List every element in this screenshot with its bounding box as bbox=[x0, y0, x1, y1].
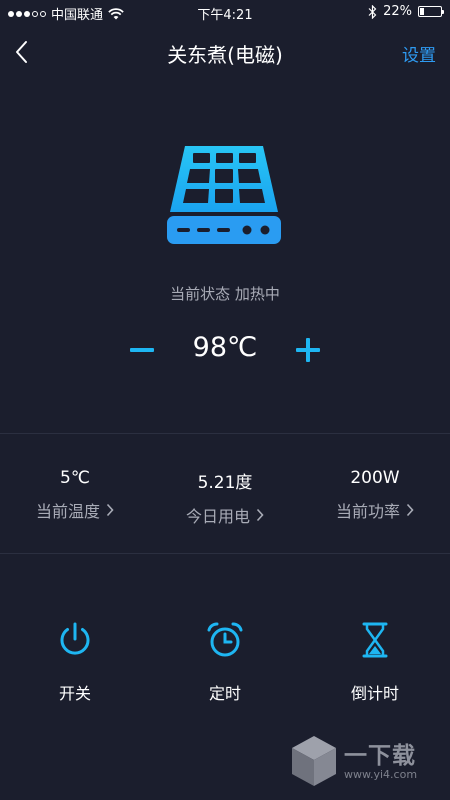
stat-label-text: 今日用电 bbox=[185, 507, 250, 526]
stats-row: 5℃ 当前温度 5.21度 今日用电 200W 当前功率 bbox=[0, 436, 450, 553]
chevron-right-icon bbox=[406, 503, 414, 517]
battery-percent: 22% bbox=[383, 4, 412, 19]
watermark-url: www.yi4.com bbox=[344, 768, 418, 781]
target-temperature: 98℃ bbox=[192, 332, 258, 363]
nav-bar: 关东煮(电磁) 设置 bbox=[0, 26, 450, 80]
stat-label: 今日用电 bbox=[150, 503, 300, 527]
stat-current-temperature[interactable]: 5℃ 当前温度 bbox=[0, 436, 150, 553]
battery-level bbox=[420, 8, 425, 15]
stat-current-power[interactable]: 200W 当前功率 bbox=[300, 436, 450, 553]
stat-label-text: 当前功率 bbox=[335, 502, 400, 521]
status-bar: 中国联通 下午4:21 22% bbox=[0, 0, 450, 26]
temperature-control: 98℃ bbox=[0, 326, 450, 376]
stat-value: 200W bbox=[350, 468, 400, 488]
stat-label-text: 当前温度 bbox=[35, 502, 100, 521]
chevron-right-icon bbox=[256, 508, 264, 522]
stat-label: 当前温度 bbox=[0, 498, 150, 522]
status-right: 22% bbox=[368, 4, 444, 19]
induction-cooker-icon bbox=[167, 146, 281, 244]
hourglass-icon bbox=[362, 622, 388, 658]
divider-bottom bbox=[0, 553, 450, 554]
settings-button[interactable]: 设置 bbox=[402, 41, 436, 66]
control-label: 定时 bbox=[208, 684, 241, 703]
schedule-button[interactable]: 定时 bbox=[150, 620, 300, 704]
stat-today-usage[interactable]: 5.21度 今日用电 bbox=[150, 436, 300, 553]
current-status-text: 当前状态 加热中 bbox=[170, 285, 280, 303]
divider-top bbox=[0, 433, 450, 434]
countdown-button[interactable]: 倒计时 bbox=[300, 620, 450, 704]
increase-temperature-button[interactable] bbox=[290, 330, 326, 370]
stat-value: 5.21度 bbox=[197, 473, 253, 493]
chevron-right-icon bbox=[106, 503, 114, 517]
stat-value: 5℃ bbox=[60, 468, 90, 488]
stat-label: 当前功率 bbox=[300, 498, 450, 522]
bluetooth-icon bbox=[368, 4, 377, 19]
control-label: 倒计时 bbox=[350, 684, 399, 703]
power-toggle-button[interactable]: 开关 bbox=[0, 620, 150, 704]
alarm-clock-icon bbox=[207, 622, 243, 657]
power-icon bbox=[60, 622, 90, 655]
page-title: 关东煮(电磁) bbox=[167, 43, 283, 67]
watermark-text: 一下载 bbox=[344, 743, 416, 769]
control-label: 开关 bbox=[58, 684, 91, 703]
controls-row: 开关 定时 倒计时 bbox=[0, 620, 450, 704]
battery-icon bbox=[418, 6, 444, 17]
cube-logo-icon bbox=[292, 736, 336, 786]
watermark: 一下载 www.yi4.com bbox=[288, 732, 438, 790]
